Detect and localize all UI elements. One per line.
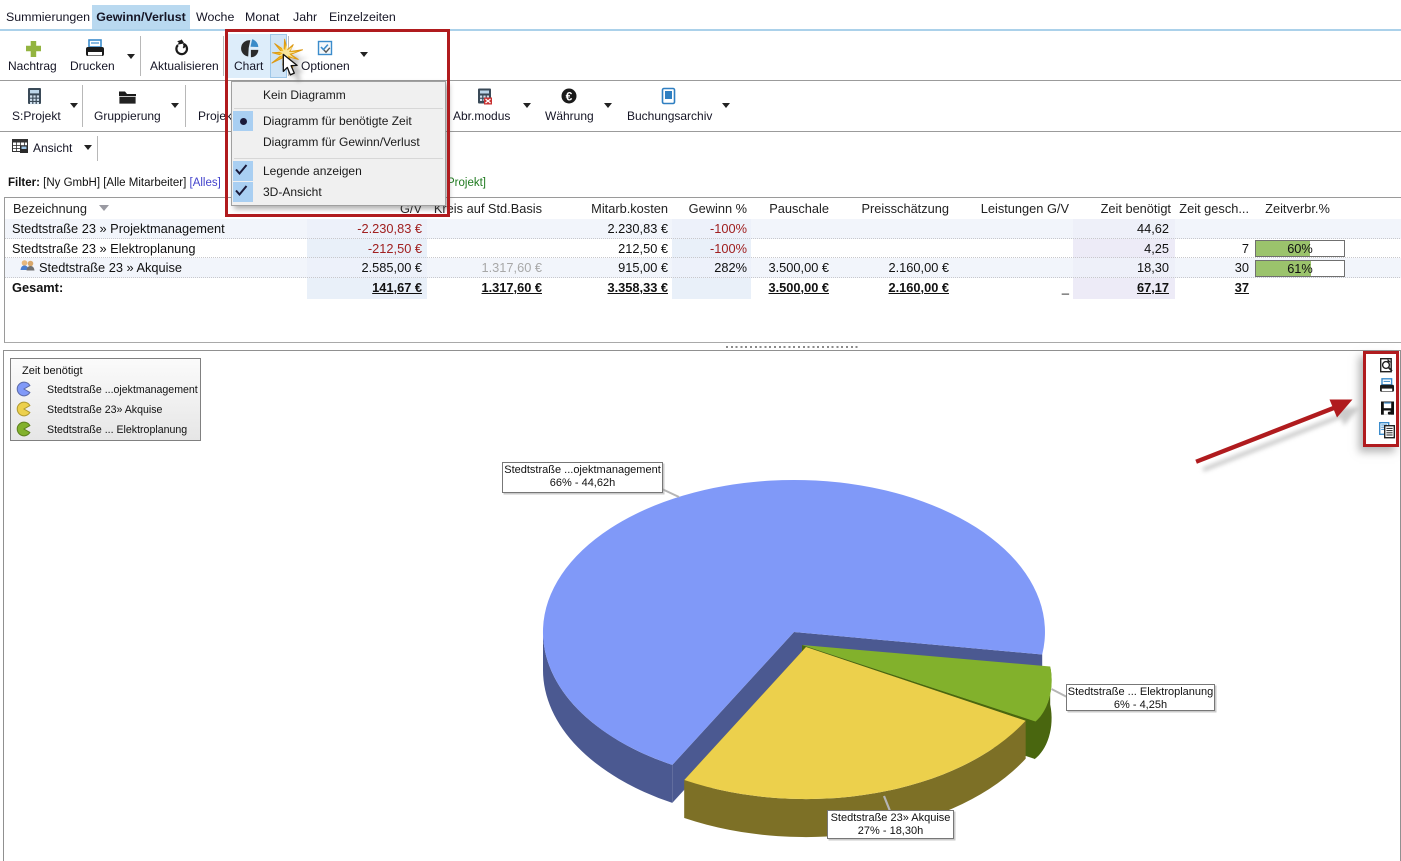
svg-text:€: € — [566, 90, 573, 104]
